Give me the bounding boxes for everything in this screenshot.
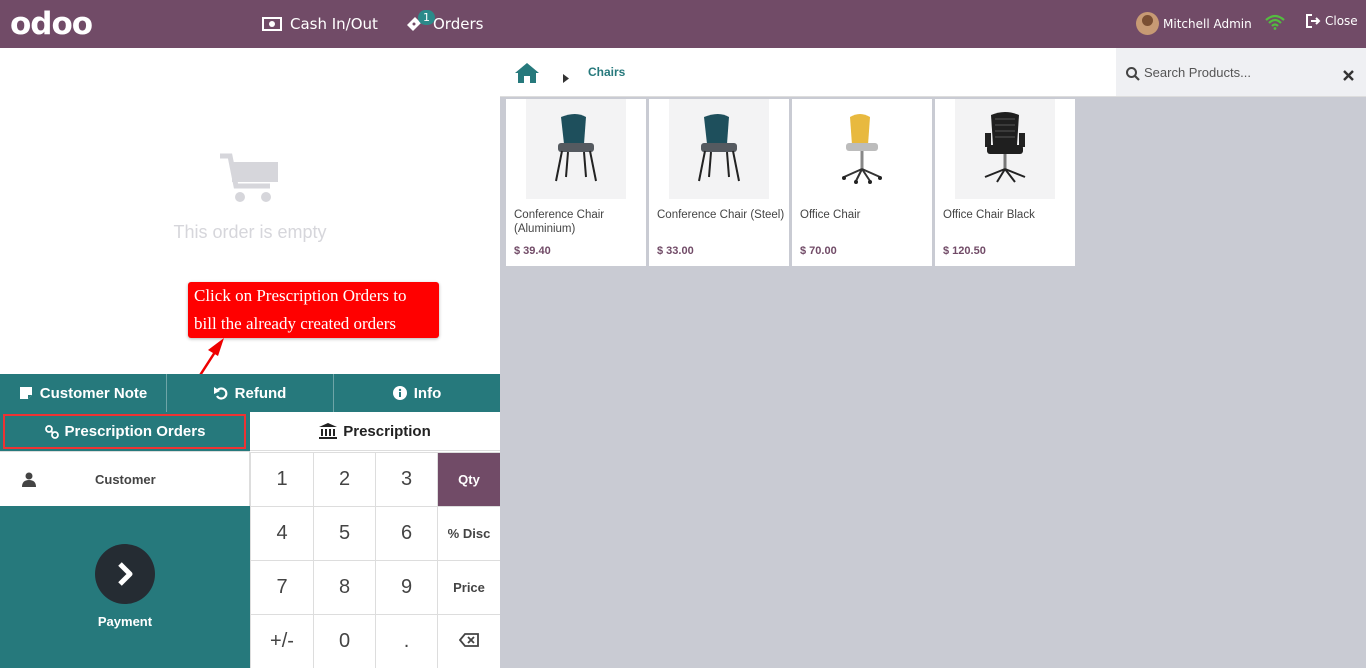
product-image	[669, 99, 769, 199]
prescription-orders-button[interactable]: Prescription Orders	[0, 412, 250, 451]
close-label: Close	[1325, 14, 1358, 28]
info-button[interactable]: Info	[334, 374, 500, 412]
product-name: Office Chair Black	[943, 209, 1035, 221]
chevron-right-icon	[95, 544, 155, 604]
user-name: Mitchell Admin	[1163, 16, 1252, 31]
numpad-key-plus-minus[interactable]: +/-	[250, 614, 313, 668]
wifi-icon	[1265, 14, 1285, 34]
numpad-key-4[interactable]: 4	[250, 506, 313, 560]
home-icon[interactable]	[515, 63, 539, 87]
close-button[interactable]: Close	[1306, 14, 1358, 28]
sign-out-icon	[1306, 14, 1321, 28]
cash-in-out-button[interactable]: Cash In/Out	[262, 0, 378, 48]
avatar	[1136, 12, 1159, 35]
backspace-icon	[458, 630, 479, 653]
customer-note-button[interactable]: Customer Note	[0, 374, 167, 412]
breadcrumb-chairs[interactable]: Chairs	[588, 65, 625, 79]
customer-note-label: Customer Note	[39, 384, 148, 402]
refund-button[interactable]: Refund	[167, 374, 334, 412]
product-price: $ 70.00	[800, 245, 837, 257]
payment-button[interactable]: Payment	[0, 506, 250, 668]
product-card[interactable]: Conference Chair (Steel) $ 33.00	[649, 99, 789, 266]
customer-button[interactable]: Customer	[0, 451, 250, 506]
qty-mode-button[interactable]: Qty	[437, 452, 500, 506]
teal-chair-icon	[555, 114, 597, 182]
info-icon	[392, 386, 407, 400]
discount-mode-button[interactable]: % Disc	[437, 506, 500, 560]
product-list: Conference Chair (Aluminium) $ 39.40 Con…	[506, 99, 1075, 266]
product-card[interactable]: Conference Chair (Aluminium) $ 39.40	[506, 99, 646, 266]
undo-icon	[213, 386, 228, 400]
product-image	[955, 99, 1055, 199]
user-menu[interactable]: Mitchell Admin	[1136, 12, 1252, 35]
prescription-label: Prescription	[343, 422, 431, 440]
yellow-office-chair-icon	[842, 114, 882, 184]
prescription-button[interactable]: Prescription	[250, 412, 500, 451]
product-card[interactable]: Office Chair Black $ 120.50	[935, 99, 1075, 266]
teal-chair-icon	[698, 114, 740, 182]
caret-right-icon	[563, 68, 569, 87]
product-image	[812, 99, 912, 199]
products-panel: Chairs Conference Ch	[500, 48, 1366, 668]
info-label: Info	[413, 384, 442, 402]
breadcrumb: Chairs	[500, 48, 1366, 97]
product-price: $ 33.00	[657, 245, 694, 257]
orders-button[interactable]: 1 Orders	[405, 0, 483, 48]
numpad-key-6[interactable]: 6	[375, 506, 437, 560]
prescription-row: Prescription Orders Prescription	[0, 412, 500, 451]
numpad-key-8[interactable]: 8	[313, 560, 375, 614]
product-price: $ 120.50	[943, 245, 986, 257]
numpad-key-0[interactable]: 0	[313, 614, 375, 668]
bank-icon	[319, 423, 338, 439]
close-icon[interactable]	[1343, 66, 1354, 85]
numpad: 1 2 3 Qty 4 5 6 % Disc 7 8 9 Price +/- 0…	[250, 452, 500, 668]
search-input[interactable]	[1144, 62, 1334, 82]
product-price: $ 39.40	[514, 245, 551, 257]
numpad-key-5[interactable]: 5	[313, 506, 375, 560]
payment-label: Payment	[97, 614, 153, 629]
price-mode-button[interactable]: Price	[437, 560, 500, 614]
backspace-button[interactable]	[437, 614, 500, 668]
top-bar: odoo Cash In/Out 1 Orders Mitchell Admin…	[0, 0, 1366, 48]
numpad-key-3[interactable]: 3	[375, 452, 437, 506]
black-office-chair-icon	[984, 112, 1026, 183]
orders-label: Orders	[433, 15, 484, 33]
shopping-cart-icon	[218, 152, 282, 208]
product-name: Conference Chair (Aluminium)	[514, 209, 605, 235]
product-name: Conference Chair (Steel)	[657, 209, 785, 221]
empty-order-text: This order is empty	[173, 222, 327, 242]
product-card[interactable]: Office Chair $ 70.00	[792, 99, 932, 266]
user-icon	[22, 472, 36, 487]
refund-label: Refund	[234, 384, 287, 402]
product-image	[526, 99, 626, 199]
annotation-callout: Click on Prescription Orders to bill the…	[188, 282, 439, 338]
control-buttons-row: Customer Note Refund Info	[0, 374, 500, 412]
odoo-logo: odoo	[10, 6, 93, 42]
money-icon	[262, 17, 282, 31]
note-icon	[19, 386, 33, 400]
highlight-box	[3, 414, 246, 449]
numpad-key-7[interactable]: 7	[250, 560, 313, 614]
numpad-key-decimal[interactable]: .	[375, 614, 437, 668]
customer-label: Customer	[95, 471, 156, 487]
cash-in-out-label: Cash In/Out	[290, 15, 378, 33]
search-box	[1116, 48, 1366, 96]
numpad-key-9[interactable]: 9	[375, 560, 437, 614]
numpad-key-1[interactable]: 1	[250, 452, 313, 506]
product-name: Office Chair	[800, 209, 861, 221]
orders-count-badge: 1	[418, 10, 435, 25]
search-icon	[1126, 66, 1140, 85]
numpad-key-2[interactable]: 2	[313, 452, 375, 506]
